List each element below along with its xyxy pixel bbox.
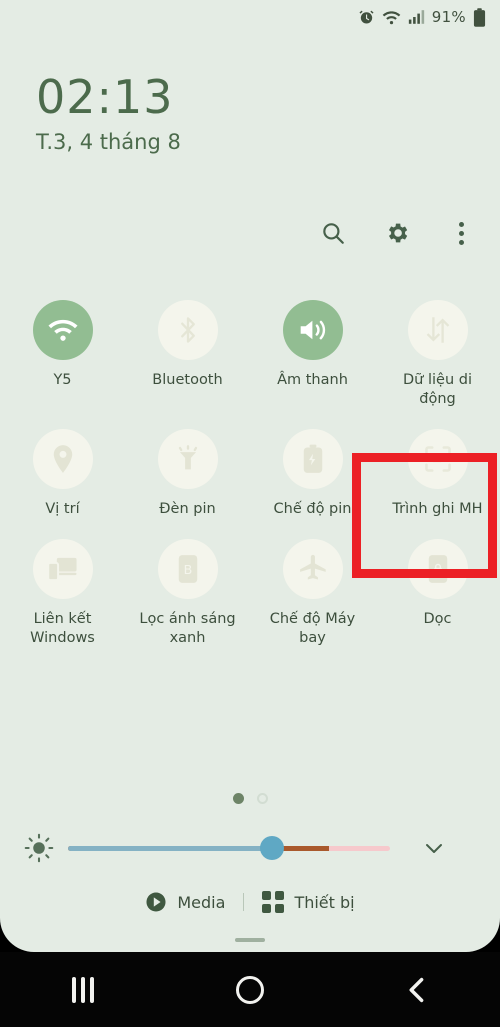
search-icon[interactable] (318, 218, 348, 248)
tile-blue-light-filter[interactable]: B Lọc ánh sáng xanh (125, 539, 250, 648)
flashlight-icon (157, 429, 218, 489)
back-icon[interactable] (387, 965, 447, 1015)
tile-wifi[interactable]: Y5 (0, 300, 125, 409)
tile-label: Chế độ Máy bay (269, 611, 356, 646)
airplane-icon (282, 539, 343, 599)
tile-power-saving[interactable]: Chế độ pin (250, 429, 375, 519)
status-bar: 91% (0, 0, 500, 34)
tile-label: Y5 (53, 372, 72, 388)
tile-label: Vị trí (45, 501, 80, 517)
tile-screen-recorder[interactable]: Trình ghi MH (375, 429, 500, 519)
blue-light-icon: B (157, 539, 218, 599)
volume-icon (282, 300, 343, 360)
tile-label: Chế độ pin (273, 501, 352, 517)
page-dot-1[interactable] (232, 793, 244, 804)
grid-squares-icon (262, 891, 285, 913)
tile-label: Lọc ánh sáng xanh (139, 611, 236, 646)
tile-mobile-data[interactable]: Dữ liệu di động (375, 300, 500, 409)
tile-airplane-mode[interactable]: Chế độ Máy bay (250, 539, 375, 648)
tile-label: Âm thanh (277, 372, 348, 388)
location-pin-icon (32, 429, 93, 489)
tile-label: Dữ liệu di động (403, 372, 472, 407)
play-circle-icon (146, 892, 166, 912)
slider-thumb[interactable] (259, 836, 284, 860)
brightness-slider[interactable] (68, 836, 390, 860)
tile-label: Dọc (423, 611, 452, 627)
panel-header-actions (318, 218, 476, 248)
chevron-down-icon[interactable] (420, 834, 448, 862)
devices-button[interactable]: Thiết bị (262, 891, 355, 913)
tile-sound[interactable]: Âm thanh (250, 300, 375, 409)
wifi-icon (382, 9, 401, 26)
slider-track-fill (68, 846, 271, 851)
tile-location[interactable]: Vị trí (0, 429, 125, 519)
more-options-icon[interactable] (446, 218, 476, 248)
tile-link-windows[interactable]: Liên kết Windows (0, 539, 125, 648)
media-button[interactable]: Media (145, 891, 225, 913)
page-dot-2[interactable] (256, 793, 268, 804)
tile-label: Đèn pin (159, 501, 216, 517)
battery-icon (473, 7, 486, 27)
link-windows-icon (32, 539, 93, 599)
devices-label: Thiết bị (294, 892, 355, 912)
navigation-bar (0, 952, 500, 1027)
panel-footer: Media Thiết bị (0, 880, 500, 924)
signal-icon (408, 9, 425, 25)
svg-text:B: B (183, 562, 192, 577)
screen-recorder-icon (407, 429, 468, 489)
phone-screen: 91% 02:13 T.3, 4 tháng 8 Y5 Bluetooth Âm… (0, 0, 500, 1027)
tile-label: Trình ghi MH (392, 501, 483, 517)
gear-icon[interactable] (382, 218, 412, 248)
alarm-icon (358, 9, 375, 26)
clock-time: 02:13 (36, 70, 174, 124)
tile-label: Liên kết Windows (30, 611, 95, 646)
quick-settings-grid: Y5 Bluetooth Âm thanh Dữ liệu di động Vị… (0, 300, 500, 648)
home-icon[interactable] (220, 965, 280, 1015)
wifi-icon (32, 300, 93, 360)
clock-date: T.3, 4 tháng 8 (36, 130, 181, 154)
page-indicator (0, 793, 500, 804)
data-transfer-icon (407, 300, 468, 360)
media-label: Media (177, 892, 226, 912)
battery-saver-icon (282, 429, 343, 489)
battery-percent: 91% (431, 8, 466, 26)
bluetooth-icon (157, 300, 218, 360)
quick-settings-panel: 91% 02:13 T.3, 4 tháng 8 Y5 Bluetooth Âm… (0, 0, 500, 952)
tile-bluetooth[interactable]: Bluetooth (125, 300, 250, 409)
brightness-row (0, 826, 500, 870)
tile-label: Bluetooth (152, 372, 223, 388)
recents-icon[interactable] (53, 965, 113, 1015)
clock-block[interactable]: 02:13 T.3, 4 tháng 8 (36, 72, 181, 154)
footer-divider (243, 893, 245, 911)
rotation-lock-icon (407, 539, 468, 599)
panel-drag-handle[interactable] (235, 938, 265, 942)
tile-flashlight[interactable]: Đèn pin (125, 429, 250, 519)
tile-rotation-lock[interactable]: Dọc (375, 539, 500, 648)
brightness-icon (22, 831, 56, 865)
